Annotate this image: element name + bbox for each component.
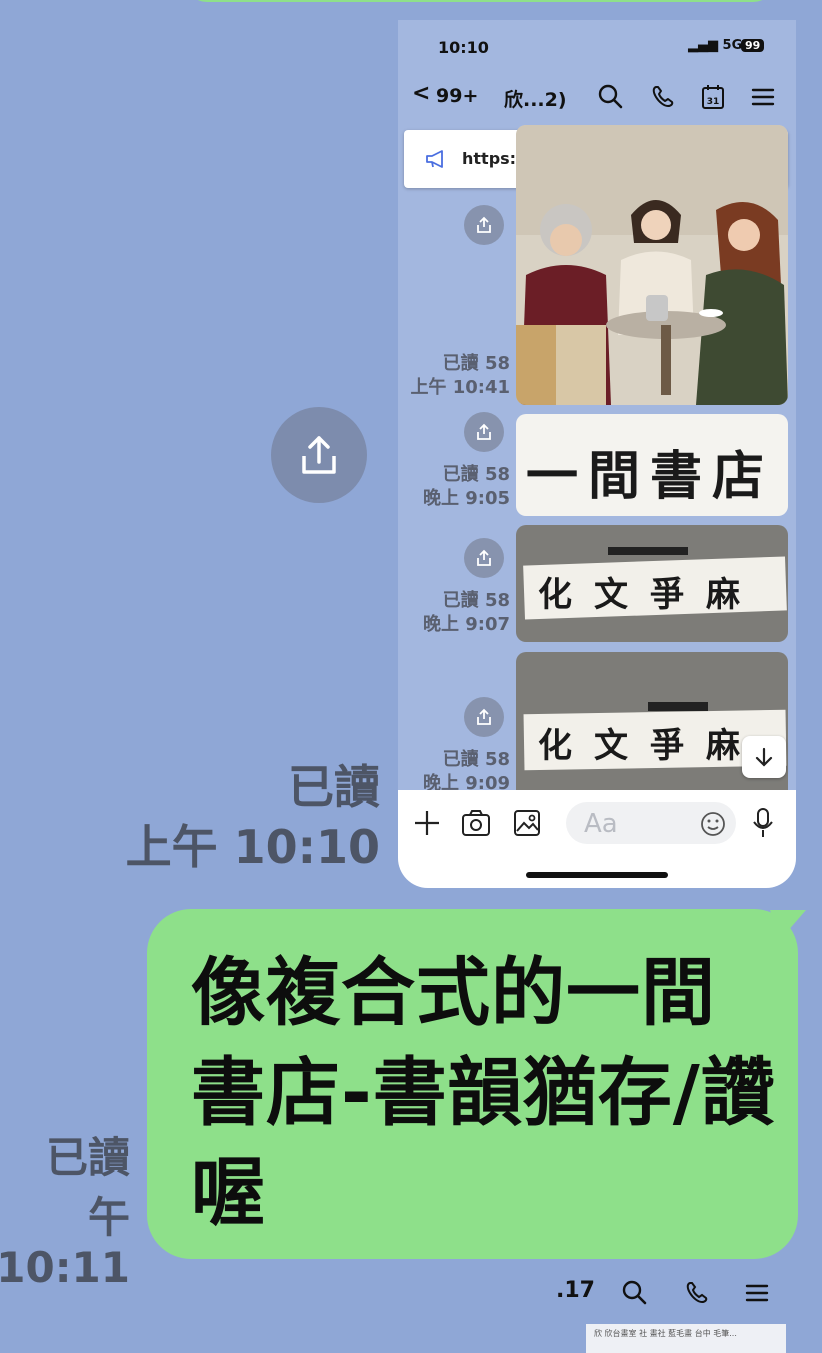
chat-header: < 99+ 欣...2) 31 <box>398 76 796 120</box>
share-icon <box>477 549 491 566</box>
announcement-text: 欣 欣台畫室 社 畫社 藍毛畫 台中 毛筆... <box>594 1329 737 1338</box>
share-icon <box>302 436 336 474</box>
read-receipt-status: 已讀 58 <box>442 353 510 374</box>
share-button[interactable] <box>464 205 504 245</box>
calligraphy-text: 化文爭麻 <box>538 726 762 766</box>
camera-icon[interactable] <box>460 808 492 838</box>
message-timestamp: 午 10:11 <box>0 1193 130 1292</box>
calligraphy-scroll-image[interactable]: 化文爭麻 <box>516 525 788 642</box>
megaphone-icon <box>426 150 443 168</box>
announcement-banner: 欣 欣台畫室 社 畫社 藍毛畫 台中 毛筆... <box>586 1324 786 1353</box>
calendar-icon[interactable]: 31 <box>698 82 728 112</box>
share-button[interactable] <box>464 412 504 452</box>
signal-indicator: ▂▄▆ 5G <box>688 38 742 53</box>
read-receipt-status: 已讀 58 <box>442 749 510 770</box>
message-text: 像複合式的一間書店-書韻猶存/讚喔 <box>191 950 776 1236</box>
signal-bars-icon: ▂▄▆ <box>688 38 718 53</box>
status-bar: 10:10 ▂▄▆ 5G 99 <box>398 20 796 72</box>
emoji-icon[interactable] <box>700 811 726 837</box>
image-icon[interactable] <box>512 808 542 838</box>
search-icon[interactable] <box>596 82 626 112</box>
status-time: 10:10 <box>438 38 489 57</box>
read-receipt-status: 已讀 58 <box>442 464 510 485</box>
previous-message-bubble-edge <box>185 0 775 2</box>
message-input[interactable]: Aa <box>566 802 736 844</box>
menu-icon <box>745 1284 769 1302</box>
network-type: 5G <box>722 38 743 53</box>
message-input-placeholder: Aa <box>584 809 618 839</box>
menu-icon[interactable] <box>748 82 778 112</box>
tea-illustration-image[interactable] <box>516 125 788 405</box>
unread-count[interactable]: 99+ <box>436 85 478 107</box>
next-screenshot-image[interactable]: .17 欣 欣台畫室 社 畫社 藍毛畫 台中 毛筆... <box>556 1268 786 1353</box>
phone-screenshot-image[interactable]: 10:10 ▂▄▆ 5G 99 < 99+ 欣...2) 31 已讀 58 上午… <box>398 20 796 888</box>
calligraphy-image[interactable]: 一間書店 <box>516 414 788 516</box>
share-icon <box>477 708 491 725</box>
message-timestamp: 晚上 9:07 <box>422 614 510 635</box>
read-receipt-status: 已讀 58 <box>442 590 510 611</box>
message-timestamp: 上午 10:10 <box>125 820 380 874</box>
arrow-down-icon <box>755 747 773 767</box>
phone-call-icon[interactable] <box>648 82 678 112</box>
read-receipt-status: 已讀 <box>288 760 380 814</box>
microphone-icon[interactable] <box>750 806 776 840</box>
share-button[interactable] <box>271 407 367 503</box>
share-icon <box>477 216 491 233</box>
svg-text:31: 31 <box>707 97 720 107</box>
message-timestamp: 上午 10:41 <box>410 377 510 398</box>
chat-title[interactable]: 欣...2) <box>504 85 567 112</box>
battery-icon: 99 <box>741 39 765 52</box>
phone-call-icon <box>686 1282 708 1304</box>
scroll-to-bottom-button[interactable] <box>742 736 786 778</box>
plus-icon[interactable] <box>412 808 442 838</box>
message-input-bar: Aa <box>398 790 796 888</box>
share-button[interactable] <box>464 697 504 737</box>
back-chevron-icon[interactable]: < <box>412 81 430 106</box>
calligraphy-text: 一間書店 <box>526 446 775 507</box>
read-receipt-status: 已讀 <box>45 1133 130 1182</box>
search-icon <box>622 1280 647 1305</box>
message-timestamp: 晚上 9:05 <box>422 488 510 509</box>
calligraphy-text: 化文爭麻 <box>538 575 762 615</box>
share-icon <box>477 423 491 440</box>
status-time: .17 <box>556 1278 595 1303</box>
home-indicator <box>526 872 668 878</box>
message-bubble[interactable]: 像複合式的一間書店-書韻猶存/讚喔 <box>147 909 798 1259</box>
share-button[interactable] <box>464 538 504 578</box>
